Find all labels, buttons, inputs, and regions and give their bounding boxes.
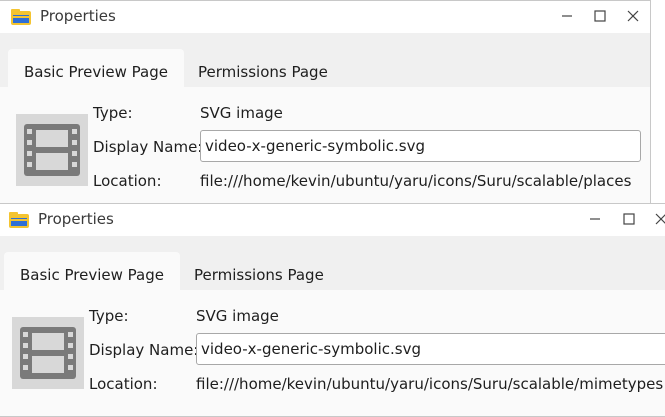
- maximize-button[interactable]: [587, 5, 613, 27]
- close-button[interactable]: [620, 5, 646, 27]
- title-bar[interactable]: Properties: [0, 1, 650, 33]
- location-value: file:///home/kevin/ubuntu/yaru/icons/Sur…: [196, 375, 664, 393]
- location-label: Location:: [93, 172, 162, 190]
- properties-window-1: Properties Basic Preview Page Permission…: [0, 0, 651, 205]
- properties-window-2: Properties Basic Preview Page Permission…: [0, 203, 665, 417]
- window-title: Properties: [40, 7, 116, 25]
- tab-permissions[interactable]: Permissions Page: [182, 49, 344, 87]
- folder-icon: [9, 212, 29, 228]
- maximize-icon: [623, 213, 635, 225]
- tab-bar: Basic Preview Page Permissions Page: [0, 33, 650, 88]
- window-title: Properties: [38, 210, 114, 228]
- display-name-label: Display Name:: [89, 341, 199, 359]
- location-value: file:///home/kevin/ubuntu/yaru/icons/Sur…: [200, 172, 632, 190]
- basic-preview-content: Type: SVG image Display Name: video-x-ge…: [0, 290, 665, 416]
- maximize-button[interactable]: [616, 208, 642, 230]
- folder-icon: [11, 9, 31, 25]
- display-name-label: Display Name:: [93, 138, 203, 156]
- display-name-field[interactable]: video-x-generic-symbolic.svg: [196, 333, 665, 365]
- type-label: Type:: [89, 307, 129, 325]
- video-film-icon: [16, 114, 88, 186]
- minimize-button[interactable]: [582, 208, 608, 230]
- tab-permissions[interactable]: Permissions Page: [178, 252, 340, 290]
- maximize-icon: [594, 10, 606, 22]
- close-icon: [627, 10, 639, 22]
- minimize-button[interactable]: [554, 5, 580, 27]
- tab-basic-preview[interactable]: Basic Preview Page: [4, 252, 180, 290]
- title-bar[interactable]: Properties: [0, 204, 665, 236]
- location-label: Location:: [89, 375, 158, 393]
- minimize-icon: [590, 218, 600, 220]
- type-label: Type:: [93, 104, 133, 122]
- type-value: SVG image: [196, 307, 279, 325]
- basic-preview-content: Type: SVG image Display Name: video-x-ge…: [0, 87, 650, 204]
- type-value: SVG image: [200, 104, 283, 122]
- minimize-icon: [562, 15, 572, 17]
- close-button[interactable]: [648, 208, 665, 230]
- close-icon: [655, 213, 665, 225]
- display-name-field[interactable]: video-x-generic-symbolic.svg: [200, 130, 641, 162]
- tab-bar: Basic Preview Page Permissions Page: [0, 236, 665, 291]
- video-film-icon: [12, 317, 84, 389]
- tab-basic-preview[interactable]: Basic Preview Page: [8, 49, 184, 87]
